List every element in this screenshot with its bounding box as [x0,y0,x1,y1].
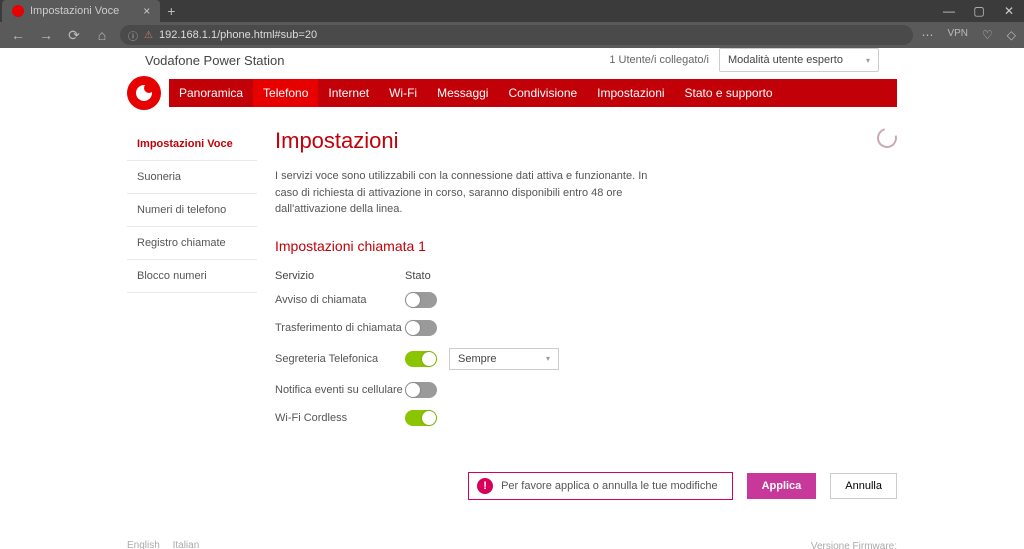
sidebar-item-registro[interactable]: Registro chiamate [127,227,257,260]
vodafone-logo [127,76,161,110]
dropdown-segreteria[interactable]: Sempre ▾ [449,348,559,370]
page-description: I servizi voce sono utilizzabili con la … [275,168,655,218]
mode-select[interactable]: Modalità utente esperto ▾ [719,48,879,72]
lang-italian[interactable]: Italian [173,540,200,549]
new-tab-button[interactable]: + [160,0,182,22]
users-online-label: 1 Utente/i collegato/i [609,54,709,66]
sidebar-item-blocco[interactable]: Blocco numeri [127,260,257,293]
mode-select-value: Modalità utente esperto [728,54,843,66]
nav-impostazioni[interactable]: Impostazioni [587,79,674,107]
info-icon: ⓘ [128,28,138,43]
nav-wifi[interactable]: Wi-Fi [379,79,427,107]
nav-internet[interactable]: Internet [318,79,379,107]
nav-telefono[interactable]: Telefono [253,79,318,107]
sidebar-item-numeri[interactable]: Numeri di telefono [127,194,257,227]
row-label-trasferimento: Trasferimento di chiamata [275,322,405,334]
sidebar: Impostazioni Voce Suoneria Numeri di tel… [127,128,257,432]
row-label-notifica: Notifica eventi su cellulare [275,384,405,396]
sidebar-item-suoneria[interactable]: Suoneria [127,161,257,194]
window-close-icon[interactable]: ✕ [994,0,1024,22]
toggle-segreteria[interactable] [405,351,437,367]
home-button[interactable]: ⌂ [92,25,112,45]
back-button[interactable]: ← [8,25,28,45]
pending-changes-alert: ! Per favore applica o annulla le tue mo… [468,472,732,500]
insecure-icon: ⚠ [144,30,153,41]
cancel-button[interactable]: Annulla [830,473,897,499]
forward-button[interactable]: → [36,25,56,45]
toggle-wifi-cordless[interactable] [405,410,437,426]
lang-english[interactable]: English [127,540,160,549]
alert-text: Per favore applica o annulla le tue modi… [501,480,717,492]
toggle-trasferimento[interactable] [405,320,437,336]
bookmark-icon[interactable]: ♡ [982,28,993,42]
more-icon[interactable]: ⋯ [921,28,933,42]
tab-title: Impostazioni Voce [30,5,119,17]
dropdown-segreteria-value: Sempre [458,353,497,365]
main-nav: Panoramica Telefono Internet Wi-Fi Messa… [169,79,897,107]
footer-firmware: Versione Firmware: [808,540,897,549]
profile-icon[interactable]: ◇ [1007,28,1016,42]
tab-favicon [12,5,24,17]
chevron-down-icon: ▾ [546,354,550,363]
sidebar-item-impostazioni-voce[interactable]: Impostazioni Voce [127,128,257,161]
tab-close-icon[interactable]: × [143,4,150,18]
row-label-segreteria: Segreteria Telefonica [275,353,405,365]
url-text: 192.168.1.1/phone.html#sub=20 [159,29,905,41]
header-service: Servizio [275,270,405,282]
page-title: Impostazioni [275,128,897,154]
nav-panoramica[interactable]: Panoramica [169,79,253,107]
nav-condivisione[interactable]: Condivisione [498,79,587,107]
reload-button[interactable]: ⟳ [64,25,84,45]
window-minimize-icon[interactable]: — [934,0,964,22]
toggle-notifica[interactable] [405,382,437,398]
vpn-icon[interactable]: VPN [947,28,968,42]
nav-messaggi[interactable]: Messaggi [427,79,498,107]
brand-title: Vodafone Power Station [145,53,285,68]
toggle-avviso[interactable] [405,292,437,308]
row-label-avviso: Avviso di chiamata [275,294,405,306]
alert-icon: ! [477,478,493,494]
nav-stato[interactable]: Stato e supporto [675,79,783,107]
address-bar[interactable]: ⓘ ⚠ 192.168.1.1/phone.html#sub=20 [120,25,913,45]
section-title: Impostazioni chiamata 1 [275,238,897,254]
header-state: Stato [405,270,465,282]
row-label-wifi-cordless: Wi-Fi Cordless [275,412,405,424]
apply-button[interactable]: Applica [747,473,817,499]
browser-tab[interactable]: Impostazioni Voce × [2,0,160,22]
chevron-down-icon: ▾ [866,56,870,65]
window-maximize-icon[interactable]: ▢ [964,0,994,22]
